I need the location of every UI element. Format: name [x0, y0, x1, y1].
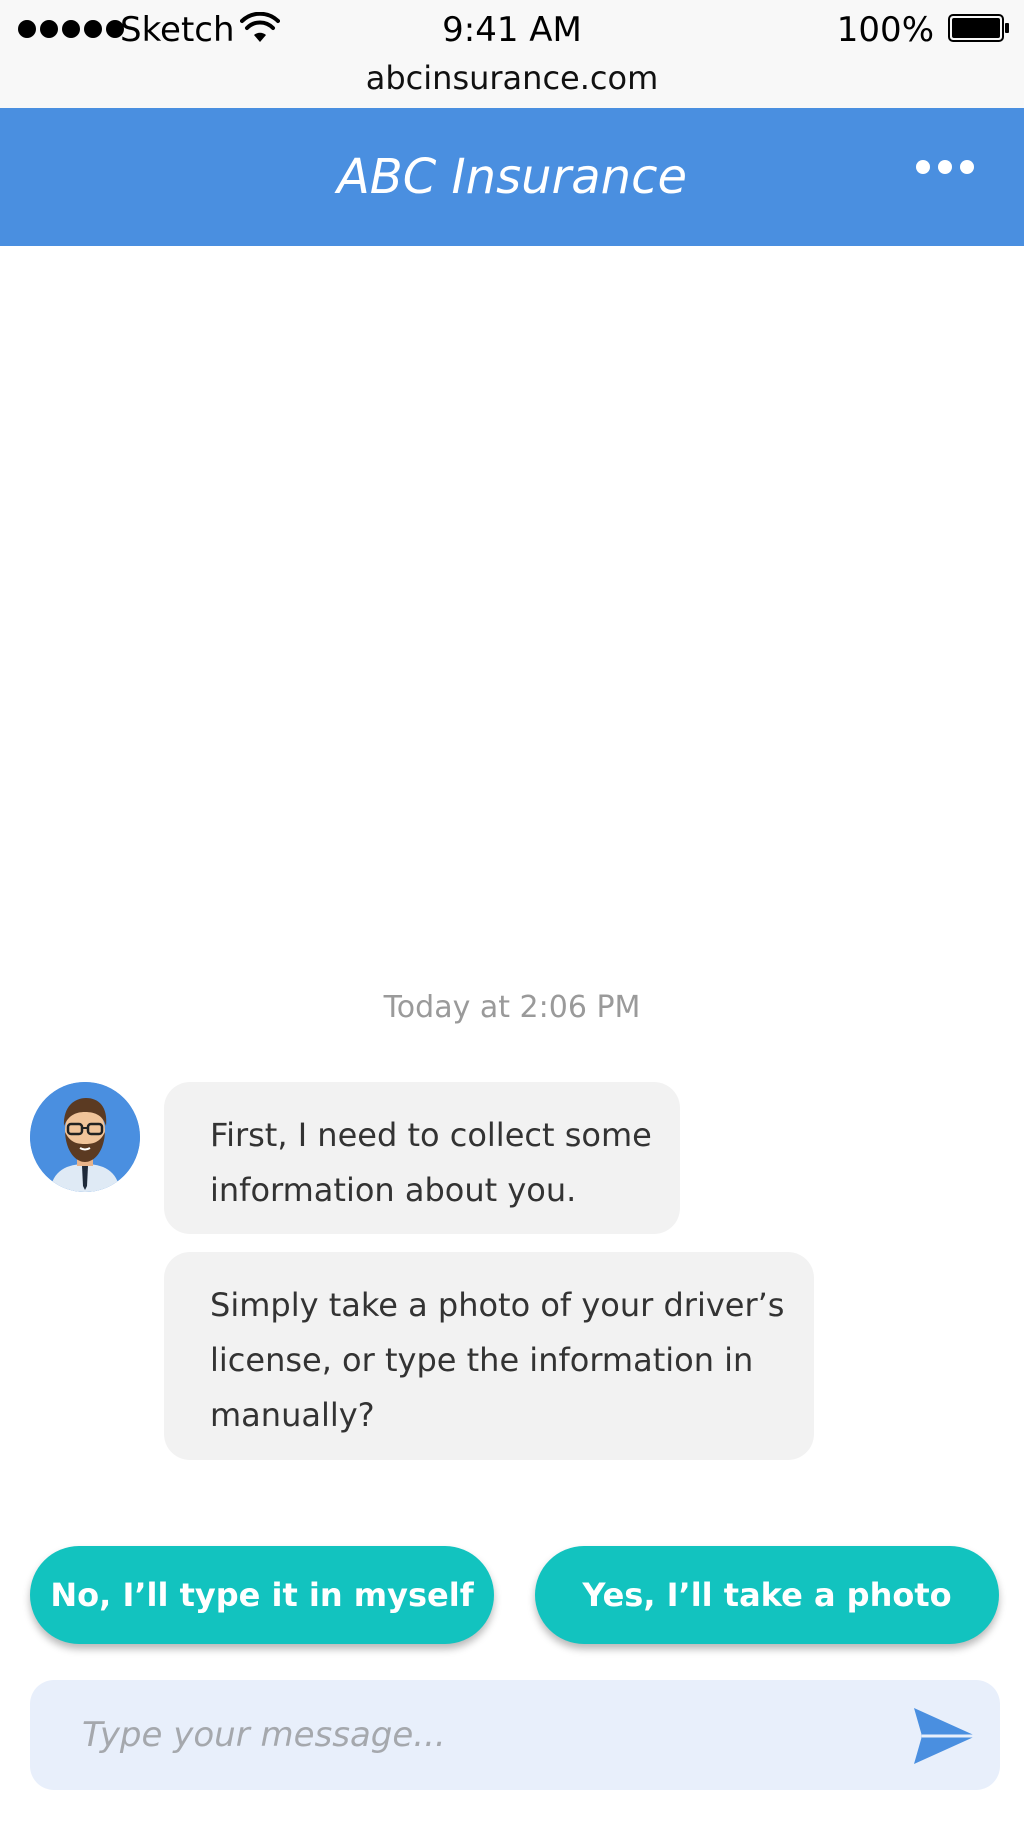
- message-composer: [30, 1680, 1000, 1790]
- chat-timestamp: Today at 2:06 PM: [383, 990, 641, 1025]
- message-input[interactable]: [82, 1680, 862, 1790]
- agent-avatar: [30, 1082, 140, 1192]
- message-text-line: manually?: [210, 1396, 375, 1434]
- agent-message-bubble: Simply take a photo of your driver’s lic…: [164, 1252, 814, 1460]
- more-options-icon[interactable]: [916, 160, 974, 174]
- message-text-line: First, I need to collect some: [210, 1116, 652, 1154]
- message-text-line: Simply take a photo of your driver’s: [210, 1286, 785, 1324]
- battery-icon: [948, 14, 1009, 42]
- agent-message-bubble: First, I need to collect some informatio…: [164, 1082, 680, 1234]
- app-header: ABC Insurance: [0, 108, 1024, 246]
- battery-percentage: 100%: [836, 10, 934, 50]
- message-text-line: information about you.: [210, 1171, 577, 1209]
- message-text-line: license, or type the information in: [210, 1341, 754, 1379]
- send-icon[interactable]: [912, 1706, 978, 1766]
- take-photo-button[interactable]: Yes, I’ll take a photo: [535, 1546, 999, 1644]
- page-title: ABC Insurance: [336, 149, 688, 205]
- address-bar-url[interactable]: abcinsurance.com: [0, 58, 1024, 98]
- avatar-illustration-icon: [30, 1082, 140, 1192]
- status-bar: Sketch 9:41 AM 100% abcinsurance.com: [0, 0, 1024, 108]
- chat-screen: Sketch 9:41 AM 100% abcinsurance.com ABC…: [0, 0, 1024, 1822]
- type-it-myself-button[interactable]: No, I’ll type it in myself: [30, 1546, 494, 1644]
